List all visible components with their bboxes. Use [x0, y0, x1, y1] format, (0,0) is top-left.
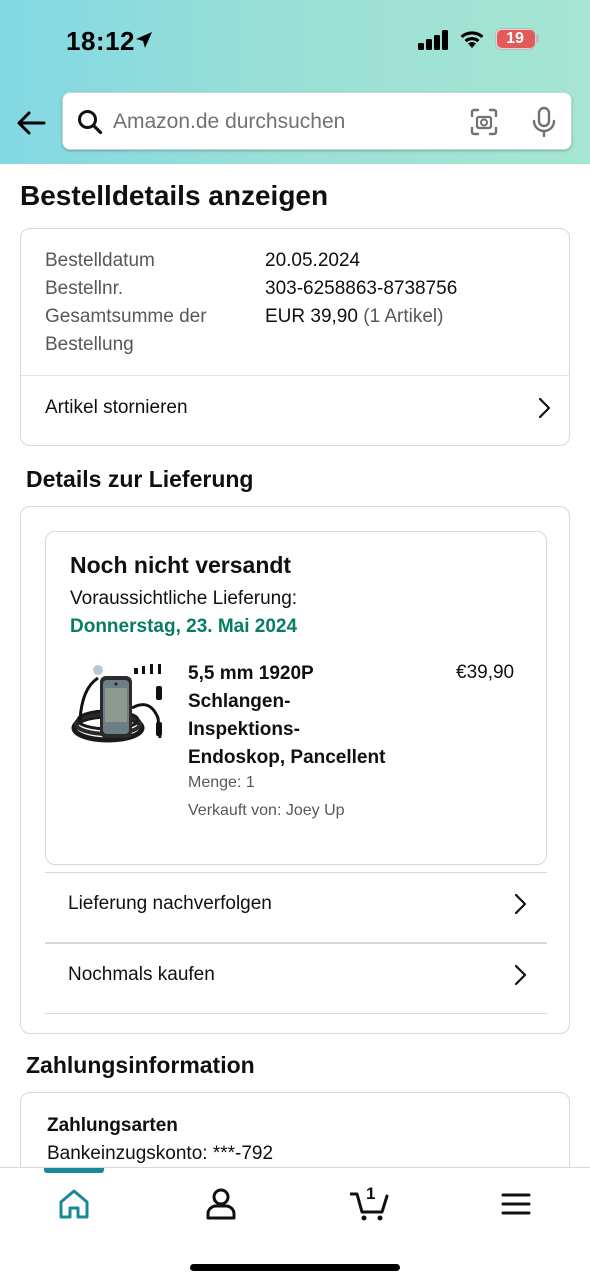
search-icon [78, 110, 103, 135]
order-number-label: Bestellnr. [45, 278, 124, 299]
search-bar[interactable] [62, 92, 572, 150]
home-indicator [190, 1264, 400, 1271]
app-header: 18:12 19 [0, 0, 590, 164]
battery-level: 19 [506, 30, 524, 47]
payment-section-title: Zahlungsinformation [26, 1052, 255, 1078]
home-icon[interactable] [56, 1186, 92, 1222]
divider [45, 872, 547, 873]
search-input[interactable] [113, 103, 453, 141]
order-total-label-line1: Gesamtsumme der [45, 306, 207, 327]
cancel-items-link[interactable]: Artikel stornieren [45, 397, 188, 419]
delivery-section-title: Details zur Lieferung [26, 466, 254, 492]
product-quantity: Menge: 1 [188, 774, 255, 791]
product-price: €39,90 [456, 662, 515, 683]
page-title: Bestelldetails anzeigen [20, 180, 329, 211]
buy-again-link[interactable]: Nochmals kaufen [68, 964, 215, 986]
shipment-status: Noch nicht versandt [70, 552, 292, 578]
status-bar: 18:12 19 [0, 0, 590, 80]
camera-scan-icon[interactable] [469, 107, 499, 137]
bottom-navigation: 1 [0, 1167, 590, 1280]
divider [45, 1013, 547, 1014]
cart-count-badge: 1 [366, 1184, 376, 1203]
active-tab-indicator [44, 1168, 104, 1173]
order-date-value: 20.05.2024 [265, 250, 361, 271]
chevron-right-icon[interactable] [537, 397, 551, 419]
menu-icon[interactable] [498, 1186, 534, 1222]
order-total-value: EUR 39,90 (1 Artikel) [265, 303, 443, 331]
divider [21, 375, 569, 376]
product-image[interactable] [70, 658, 170, 758]
chevron-right-icon[interactable] [513, 964, 527, 986]
delivery-card: Noch nicht versandt Voraussichtliche Lie… [20, 506, 570, 1034]
shipment-card: Noch nicht versandt Voraussichtliche Lie… [45, 531, 547, 865]
divider [45, 942, 547, 944]
battery-icon: 19 [495, 28, 535, 50]
eta-label: Voraussichtliche Lieferung: [70, 588, 298, 609]
payment-method-title: Zahlungsarten [47, 1115, 178, 1136]
payment-method-value: Bankeinzugskonto: ***-792 [47, 1143, 274, 1164]
order-total-label-line2: Bestellung [45, 334, 134, 355]
chevron-right-icon[interactable] [513, 893, 527, 915]
order-date-label: Bestelldatum [45, 250, 155, 271]
product-title[interactable]: 5,5 mm 1920P Schlangen- Inspektions- End… [188, 660, 418, 772]
microphone-icon[interactable] [531, 106, 557, 138]
wifi-icon [460, 31, 484, 48]
product-seller: Verkauft von: Joey Up [188, 802, 345, 819]
eta-date: Donnerstag, 23. Mai 2024 [70, 616, 298, 637]
order-summary-card: Bestelldatum 20.05.2024 Bestellnr. 303-6… [20, 228, 570, 446]
order-total-amount: EUR 39,90 [265, 306, 358, 327]
status-time: 18:12 [66, 26, 135, 56]
location-arrow-icon [136, 32, 152, 48]
cellular-signal-icon [418, 30, 448, 50]
account-icon[interactable] [203, 1186, 239, 1222]
track-delivery-link[interactable]: Lieferung nachverfolgen [68, 893, 272, 915]
order-number-value: 303-6258863-8738756 [265, 278, 458, 299]
back-arrow-icon[interactable] [14, 106, 48, 140]
order-item-count: (1 Artikel) [363, 306, 444, 327]
